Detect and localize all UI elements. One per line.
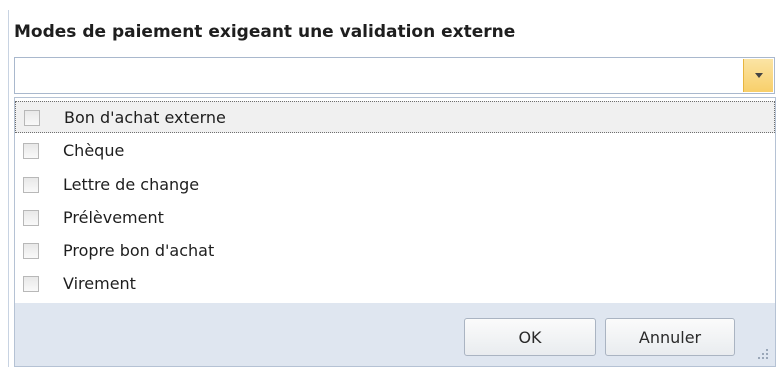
dropdown-popup: Bon d'achat externe Chèque Lettre de cha… (14, 97, 776, 367)
payment-modes-combobox[interactable] (14, 57, 775, 94)
list-item-cheque[interactable]: Chèque (15, 135, 775, 167)
list-item-prelevement[interactable]: Prélèvement (15, 202, 775, 234)
dropdown-arrow-button[interactable] (743, 59, 773, 92)
list-item-label: Virement (63, 274, 136, 293)
checkbox[interactable] (23, 276, 39, 292)
checkbox[interactable] (23, 177, 39, 193)
list-item-label: Chèque (63, 141, 125, 160)
list-item-label: Prélèvement (63, 208, 164, 227)
left-border (8, 10, 9, 367)
chevron-down-icon (754, 73, 763, 78)
resize-grip-icon[interactable] (757, 348, 769, 360)
cancel-button[interactable]: Annuler (605, 318, 735, 356)
payment-modes-panel: Modes de paiement exigeant une validatio… (0, 0, 777, 367)
checkbox[interactable] (24, 110, 40, 126)
checkbox[interactable] (23, 243, 39, 259)
list-item-label: Propre bon d'achat (63, 241, 215, 260)
list-item-virement[interactable]: Virement (15, 268, 775, 300)
list-item-propre-bon-achat[interactable]: Propre bon d'achat (15, 235, 775, 267)
list-item-label: Lettre de change (63, 175, 200, 194)
ok-button[interactable]: OK (464, 318, 596, 356)
field-title: Modes de paiement exigeant une validatio… (14, 22, 516, 42)
payment-modes-list: Bon d'achat externe Chèque Lettre de cha… (15, 98, 775, 303)
checkbox[interactable] (23, 210, 39, 226)
list-item-lettre-de-change[interactable]: Lettre de change (15, 169, 775, 201)
list-item-bon-achat-externe[interactable]: Bon d'achat externe (15, 101, 775, 133)
list-item-label: Bon d'achat externe (64, 108, 226, 127)
checkbox[interactable] (23, 143, 39, 159)
